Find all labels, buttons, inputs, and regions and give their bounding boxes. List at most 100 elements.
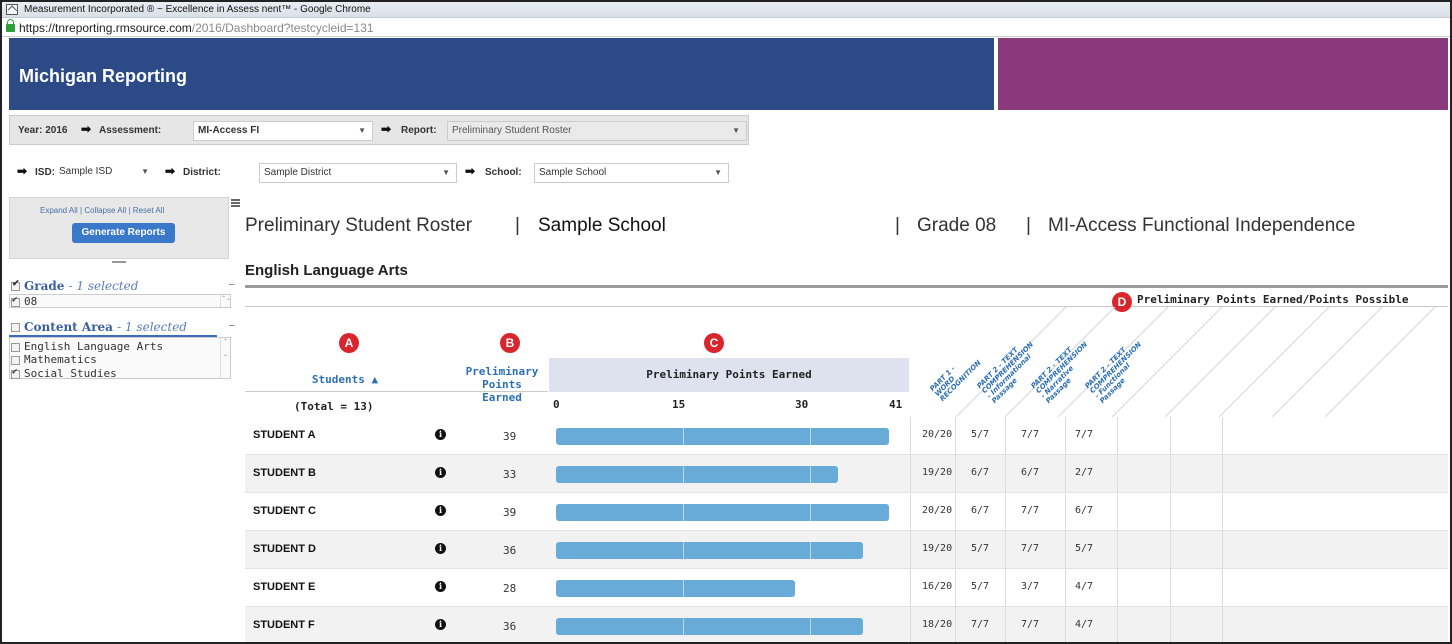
bar-gridline [810,618,811,635]
bar-gridline [683,428,684,445]
info-icon[interactable]: i [435,429,446,440]
grade-facet-checkbox[interactable] [11,279,20,291]
cell-divider [955,455,956,493]
expand-all-link[interactable]: Expand All [40,206,78,215]
points-bar-track [556,417,906,455]
table-row[interactable]: STUDENT B i 33 19/20 6/7 6/7 2/7 [245,455,1448,493]
grade-option-08[interactable]: 08 [11,295,37,308]
cell-divider [1170,455,1171,493]
part-score: 5/7 [971,543,990,554]
scrollbar[interactable]: ⌃⌄ [220,295,231,307]
cell-divider [1117,607,1118,642]
part-score: 7/7 [1021,429,1040,440]
bar-gridline [810,542,811,559]
lock-icon [6,19,15,32]
collapse-icon[interactable]: – [229,279,235,290]
district-select[interactable]: Sample District ▼ [259,163,457,183]
info-icon[interactable]: i [435,505,446,516]
divider [245,391,548,392]
cell-divider [955,569,956,607]
grade-facet-count: - 1 selected [68,279,139,293]
subject-heading: English Language Arts [245,262,408,279]
bar-gridline [683,542,684,559]
bar-gridline [683,504,684,521]
content-area-facet-title[interactable]: Content Area - 1 selected [11,320,187,334]
table-row[interactable]: STUDENT E i 28 16/20 5/7 3/7 4/7 [245,569,1448,607]
content-option-label: Social Studies [24,367,117,380]
collapse-icon[interactable]: – [229,320,235,331]
content-option-checkbox[interactable] [11,342,20,352]
app-header: Michigan Reporting [9,38,994,110]
grade-option-checkbox[interactable] [11,295,20,307]
content-option-checkbox[interactable] [11,355,20,365]
content-option-checkbox[interactable] [11,367,20,379]
table-row[interactable]: STUDENT F i 36 18/20 7/7 7/7 4/7 [245,607,1448,642]
hamburger-menu-icon[interactable] [231,199,240,207]
cell-divider [1117,531,1118,569]
part-score: 19/20 [922,543,953,554]
points-earned: 28 [503,582,517,595]
app-logo-icon [6,4,18,15]
points-bar [556,618,863,635]
cell-divider [1005,493,1006,531]
content-option-math[interactable]: Mathematics [11,353,97,366]
student-name[interactable]: STUDENT B [253,467,316,479]
report-select[interactable]: Preliminary Student Roster ▼ [447,121,747,141]
scrollbar[interactable]: ⌃⌄ [220,338,230,378]
info-icon[interactable]: i [435,467,446,478]
cell-divider [1005,569,1006,607]
part-score: 18/20 [922,619,953,630]
cell-divider [910,493,911,531]
ppe-header-line: Points [482,378,522,391]
report-title: Preliminary Student Roster [245,215,473,236]
student-name[interactable]: STUDENT A [253,429,316,441]
sidebar-controls: Expand All | Collapse All | Reset All Ge… [9,197,229,259]
bar-gridline [810,504,811,521]
info-icon[interactable]: i [435,581,446,592]
isd-select[interactable]: Sample ISD ▼ [55,163,155,183]
callout-badge-b: B [500,333,520,353]
part-score: 7/7 [971,619,990,630]
ppe-column-header[interactable]: Preliminary Points Earned [457,365,547,404]
table-row[interactable]: STUDENT D i 36 19/20 5/7 7/7 5/7 [245,531,1448,569]
content-area-facet-checkbox[interactable] [11,323,20,332]
student-name[interactable]: STUDENT F [253,619,315,631]
browser-window: Measurement Incorporated ® ~ Excellence … [0,0,1452,644]
cell-divider [1170,607,1171,642]
arrow-right-icon: ➡ [465,164,476,178]
part-score: 2/7 [1075,467,1094,478]
filter-bar-top: Year: 2016 ➡ Assessment: MI-Access FI ▼ … [9,115,749,145]
points-bar-track [556,455,906,493]
cell-divider [1222,455,1223,493]
content-option-ela[interactable]: English Language Arts [11,340,163,353]
part-score: 7/7 [1021,505,1040,516]
cell-divider [910,569,911,607]
assessment-select[interactable]: MI-Access FI ▼ [193,121,373,141]
table-row[interactable]: STUDENT C i 39 20/20 6/7 7/7 6/7 [245,493,1448,531]
info-icon[interactable]: i [435,619,446,630]
student-name[interactable]: STUDENT D [253,543,316,555]
report-school: Sample School [538,215,666,236]
reset-all-link[interactable]: Reset All [133,206,165,215]
student-name[interactable]: STUDENT E [253,581,315,593]
bar-column-header: Preliminary Points Earned [549,358,909,392]
table-row[interactable]: STUDENT A i 39 20/20 5/7 7/7 7/7 [245,417,1448,455]
student-name[interactable]: STUDENT C [253,505,316,517]
cell-divider [1170,417,1171,455]
info-icon[interactable]: i [435,543,446,554]
grade-options: ⌃⌄ [9,294,231,308]
content-option-social-studies[interactable]: Social Studies [11,367,117,380]
assessment-value: MI-Access FI [198,125,260,136]
points-bar-track [556,607,906,642]
resize-grip-icon[interactable] [112,261,126,264]
grade-facet-title[interactable]: Grade - 1 selected [11,279,138,293]
collapse-all-link[interactable]: Collapse All [84,206,126,215]
report-assessment: MI-Access Functional Independence [1048,215,1356,236]
cell-divider [1065,607,1066,642]
generate-reports-button[interactable]: Generate Reports [72,223,175,243]
school-select[interactable]: Sample School ▼ [534,163,729,183]
bar-header-label: Preliminary Points Earned [646,368,812,381]
address-bar[interactable]: https://tnreporting.rmsource.com/2016/Da… [2,19,1450,37]
students-sort-header[interactable]: Students ▲ [245,373,445,386]
cell-divider [910,531,911,569]
